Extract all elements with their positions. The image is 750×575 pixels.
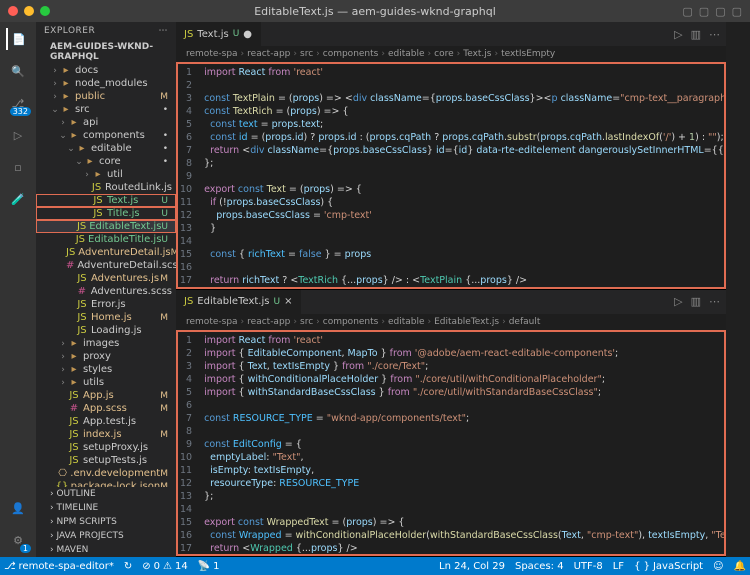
tree-item--env-development[interactable]: ⎔.env.developmentM xyxy=(36,467,176,480)
tree-item-home-js[interactable]: JSHome.jsM xyxy=(36,311,176,324)
cursor-position[interactable]: Ln 24, Col 29 xyxy=(439,561,505,572)
tree-item-public[interactable]: ›▸publicM xyxy=(36,90,176,103)
tree-item-title-js[interactable]: JSTitle.jsU xyxy=(36,207,176,220)
sidebar: EXPLORER ⋯ AEM-GUIDES-WKND-GRAPHQL ›▸doc… xyxy=(36,22,176,557)
tree-item-editable[interactable]: ⌄▸editable• xyxy=(36,142,176,155)
line-gutter-2: 123456789101112131415161718192021222324 xyxy=(176,330,198,557)
tree-item-core[interactable]: ⌄▸core• xyxy=(36,155,176,168)
tree-item-package-lock-json[interactable]: {}package-lock.jsonM xyxy=(36,480,176,487)
ports[interactable]: 📡 1 xyxy=(198,561,220,572)
feedback-icon[interactable]: ☺ xyxy=(713,561,723,572)
editor-area: JS Text.js U ● ▷ ▥ ⋯ remote-spa›react-ap… xyxy=(176,22,726,557)
section-timeline[interactable]: › TIMELINE xyxy=(36,501,176,515)
settings-icon[interactable]: ⚙1 xyxy=(7,529,29,551)
language-mode[interactable]: { } JavaScript xyxy=(634,561,703,572)
tree-item-util[interactable]: ›▸util xyxy=(36,168,176,181)
tree-item-app-test-js[interactable]: JSApp.test.js xyxy=(36,415,176,428)
js-file-icon: JS xyxy=(184,296,193,307)
tab-text-js[interactable]: JS Text.js U ● xyxy=(176,22,261,46)
section-java-projects[interactable]: › JAVA PROJECTS xyxy=(36,529,176,543)
tree-item-adventuredetail-js[interactable]: JSAdventureDetail.jsM xyxy=(36,246,176,259)
more-actions-icon[interactable]: ⋯ xyxy=(709,295,720,308)
tree-item-app-scss[interactable]: #App.scssM xyxy=(36,402,176,415)
tree-item-routedlink-js[interactable]: JSRoutedLink.js xyxy=(36,181,176,194)
scm-badge: 332 xyxy=(10,107,31,116)
sidebar-sections: › OUTLINE› TIMELINE› NPM SCRIPTS› JAVA P… xyxy=(36,487,176,557)
tree-item-setupproxy-js[interactable]: JSsetupProxy.js xyxy=(36,441,176,454)
split-editor-icon[interactable]: ▥ xyxy=(691,28,701,41)
section-outline[interactable]: › OUTLINE xyxy=(36,487,176,501)
tree-item-styles[interactable]: ›▸styles xyxy=(36,363,176,376)
indentation[interactable]: Spaces: 4 xyxy=(515,561,564,572)
split-editor-icon[interactable]: ▥ xyxy=(691,295,701,308)
more-actions-icon[interactable]: ⋯ xyxy=(709,28,720,41)
breadcrumb-1[interactable]: remote-spa›react-app›src›components›edit… xyxy=(176,46,726,62)
sidebar-more-icon[interactable]: ⋯ xyxy=(159,26,169,36)
tree-item-error-js[interactable]: JSError.js xyxy=(36,298,176,311)
accounts-icon[interactable]: 👤 xyxy=(7,497,29,519)
tree-item-utils[interactable]: ›▸utils xyxy=(36,376,176,389)
tree-item-src[interactable]: ⌄▸src• xyxy=(36,103,176,116)
js-file-icon: JS xyxy=(184,29,193,40)
breadcrumb-2[interactable]: remote-spa›react-app›src›components›edit… xyxy=(176,314,726,330)
tree-item-components[interactable]: ⌄▸components• xyxy=(36,129,176,142)
tab-dirty-icon[interactable]: ● xyxy=(243,29,252,40)
tree-item-adventures-js[interactable]: JSAdventures.jsM xyxy=(36,272,176,285)
test-icon[interactable]: 🧪 xyxy=(7,188,29,210)
file-tree: ›▸docs›▸node_modules›▸publicM⌄▸src•›▸api… xyxy=(36,64,176,487)
run-debug-icon[interactable]: ▷ xyxy=(7,124,29,146)
tab-editabletext-js[interactable]: JS EditableText.js U × xyxy=(176,290,301,314)
tree-item-setuptests-js[interactable]: JSsetupTests.js xyxy=(36,454,176,467)
explorer-icon[interactable]: 📄 xyxy=(6,28,28,50)
close-tab-icon[interactable]: × xyxy=(284,296,292,307)
search-icon[interactable]: 🔍 xyxy=(7,60,29,82)
source-control-icon[interactable]: ⎇332 xyxy=(7,92,29,114)
editor-pane-2: JS EditableText.js U × ▷ ▥ ⋯ remote-spa›… xyxy=(176,290,726,558)
tree-item-images[interactable]: ›▸images xyxy=(36,337,176,350)
sidebar-header: EXPLORER ⋯ xyxy=(36,22,176,40)
sidebar-root[interactable]: AEM-GUIDES-WKND-GRAPHQL xyxy=(36,40,176,64)
window-title: EditableText.js — aem-guides-wknd-graphq… xyxy=(0,5,750,18)
tree-item-node_modules[interactable]: ›▸node_modules xyxy=(36,77,176,90)
tree-item-api[interactable]: ›▸api xyxy=(36,116,176,129)
tree-item-index-js[interactable]: JSindex.jsM xyxy=(36,428,176,441)
tree-item-adventuredetail-scss[interactable]: #AdventureDetail.scss xyxy=(36,259,176,272)
tab-bar-1: JS Text.js U ● ▷ ▥ ⋯ xyxy=(176,22,726,46)
activity-bar: 📄 🔍 ⎇332 ▷ ▫ 🧪 👤 ⚙1 xyxy=(0,22,36,557)
status-bar: ⎇ remote-spa-editor* ↻ ⊘ 0 ⚠ 14 📡 1 Ln 2… xyxy=(0,557,750,575)
line-gutter-1: 12345678910111213141516171819202122 xyxy=(176,62,198,289)
git-branch[interactable]: ⎇ remote-spa-editor* xyxy=(4,561,114,572)
tab-bar-2: JS EditableText.js U × ▷ ▥ ⋯ xyxy=(176,290,726,314)
notifications-icon[interactable]: 🔔 xyxy=(734,561,746,572)
code-source-2[interactable]: import React from 'react' import { Edita… xyxy=(198,330,726,557)
titlebar: EditableText.js — aem-guides-wknd-graphq… xyxy=(0,0,750,22)
tree-item-app-js[interactable]: JSApp.jsM xyxy=(36,389,176,402)
tree-item-editabletitle-js[interactable]: JSEditableTitle.jsU xyxy=(36,233,176,246)
run-icon[interactable]: ▷ xyxy=(674,28,682,41)
encoding[interactable]: UTF-8 xyxy=(574,561,603,572)
sync-icon[interactable]: ↻ xyxy=(124,561,132,572)
tree-item-text-js[interactable]: JSText.jsU xyxy=(36,194,176,207)
run-icon[interactable]: ▷ xyxy=(674,295,682,308)
tree-item-proxy[interactable]: ›▸proxy xyxy=(36,350,176,363)
tree-item-adventures-scss[interactable]: #Adventures.scss xyxy=(36,285,176,298)
eol[interactable]: LF xyxy=(613,561,624,572)
minimap[interactable] xyxy=(726,22,750,557)
code-area-1[interactable]: 12345678910111213141516171819202122 impo… xyxy=(176,62,726,289)
tree-item-editabletext-js[interactable]: JSEditableText.jsU xyxy=(36,220,176,233)
section-maven[interactable]: › MAVEN xyxy=(36,543,176,557)
editor-pane-1: JS Text.js U ● ▷ ▥ ⋯ remote-spa›react-ap… xyxy=(176,22,726,290)
section-npm-scripts[interactable]: › NPM SCRIPTS xyxy=(36,515,176,529)
code-area-2[interactable]: 123456789101112131415161718192021222324 … xyxy=(176,330,726,557)
tree-item-docs[interactable]: ›▸docs xyxy=(36,64,176,77)
extensions-icon[interactable]: ▫ xyxy=(7,156,29,178)
problems[interactable]: ⊘ 0 ⚠ 14 xyxy=(142,561,187,572)
settings-badge: 1 xyxy=(20,544,31,553)
tree-item-loading-js[interactable]: JSLoading.js xyxy=(36,324,176,337)
code-source-1[interactable]: import React from 'react' const TextPlai… xyxy=(198,62,726,289)
